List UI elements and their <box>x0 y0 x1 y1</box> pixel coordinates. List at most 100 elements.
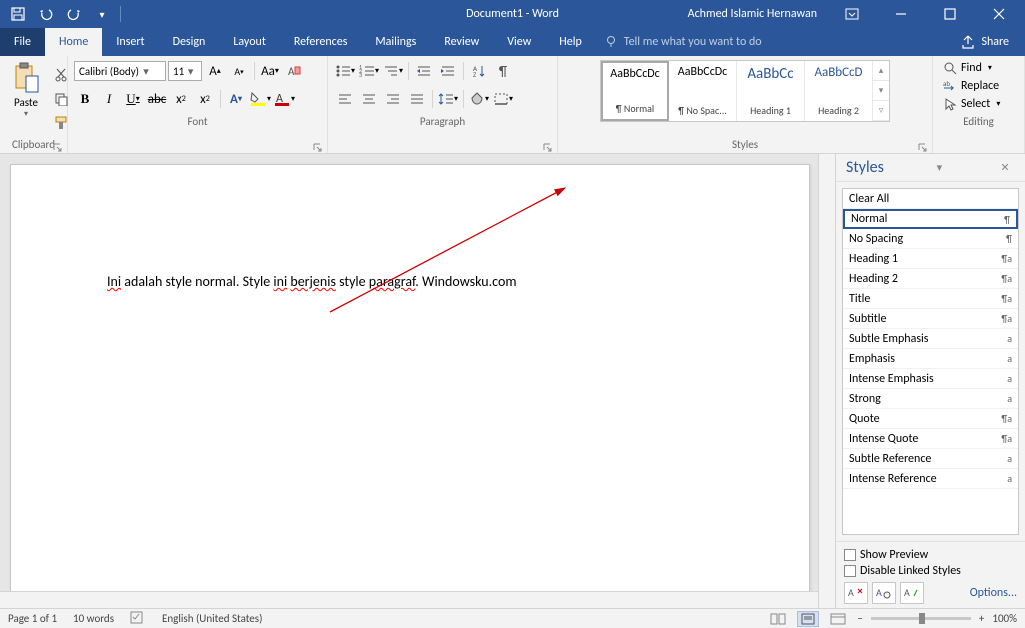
styles-more-icon[interactable]: ▿ <box>873 101 889 121</box>
redo-icon[interactable] <box>64 4 84 24</box>
qat-dropdown-icon[interactable]: ▾ <box>92 4 112 24</box>
shading-icon[interactable]: ▾ <box>468 88 490 110</box>
align-center-icon[interactable] <box>358 88 380 110</box>
style-no-spacing[interactable]: AaBbCcDc ¶ No Spac... <box>669 61 737 121</box>
superscript-button[interactable]: x2 <box>194 88 216 110</box>
zoom-level[interactable]: 100% <box>992 612 1017 625</box>
font-name-combo[interactable]: Calibri (Body)▾ <box>74 61 166 81</box>
tab-file[interactable]: File <box>0 28 45 56</box>
styles-up-icon[interactable]: ▴ <box>873 61 889 81</box>
status-proofing-icon[interactable] <box>130 610 146 627</box>
style-list-item[interactable]: Stronga <box>843 389 1018 409</box>
select-button[interactable]: Select▾ <box>939 96 1018 112</box>
increase-indent-icon[interactable] <box>437 60 459 82</box>
align-left-icon[interactable] <box>334 88 356 110</box>
font-color-icon[interactable]: A▾ <box>273 88 295 110</box>
numbering-icon[interactable]: 123▾ <box>358 60 380 82</box>
clipboard-launcher-icon[interactable] <box>53 139 65 151</box>
line-spacing-icon[interactable]: ▾ <box>437 88 459 110</box>
show-hide-icon[interactable]: ¶ <box>492 60 514 82</box>
style-list-item[interactable]: Quote¶a <box>843 409 1018 429</box>
tab-help[interactable]: Help <box>545 28 596 56</box>
justify-icon[interactable] <box>406 88 428 110</box>
tab-review[interactable]: Review <box>430 28 493 56</box>
style-list-item[interactable]: Subtle Emphasisa <box>843 329 1018 349</box>
style-list-item[interactable]: Heading 1¶a <box>843 249 1018 269</box>
undo-icon[interactable] <box>36 4 56 24</box>
tab-mailings[interactable]: Mailings <box>361 28 430 56</box>
clear-formatting-icon[interactable]: A <box>283 60 305 82</box>
font-launcher-icon[interactable] <box>313 139 325 151</box>
change-case-icon[interactable]: Aa▾ <box>259 60 281 82</box>
borders-icon[interactable]: ▾ <box>492 88 514 110</box>
tell-me-search[interactable]: Tell me what you want to do <box>604 28 762 56</box>
bold-button[interactable]: B <box>74 88 96 110</box>
paragraph-launcher-icon[interactable] <box>543 139 555 151</box>
web-layout-icon[interactable] <box>827 611 849 627</box>
ribbon-options-icon[interactable] <box>829 0 874 28</box>
style-list-item[interactable]: Title¶a <box>843 289 1018 309</box>
decrease-indent-icon[interactable] <box>413 60 435 82</box>
style-list-item[interactable]: Intense Referencea <box>843 469 1018 489</box>
new-style-icon[interactable]: A <box>844 582 868 604</box>
multilevel-list-icon[interactable]: ▾ <box>382 60 404 82</box>
style-list-item[interactable]: Intense Quote¶a <box>843 429 1018 449</box>
subscript-button[interactable]: x2 <box>170 88 192 110</box>
style-list-item[interactable]: Intense Emphasisa <box>843 369 1018 389</box>
show-preview-checkbox[interactable]: Show Preview <box>844 548 1017 562</box>
minimize-button[interactable] <box>878 0 923 28</box>
paste-button[interactable]: Paste ▾ <box>6 60 46 121</box>
tab-insert[interactable]: Insert <box>102 28 158 56</box>
strikethrough-button[interactable]: abc <box>146 88 168 110</box>
status-page[interactable]: Page 1 of 1 <box>8 612 57 625</box>
styles-options-link[interactable]: Options... <box>970 586 1017 600</box>
zoom-out-icon[interactable]: − <box>857 612 862 625</box>
grow-font-icon[interactable]: A▴ <box>204 60 226 82</box>
font-size-combo[interactable]: 11▾ <box>168 61 202 81</box>
style-normal[interactable]: AaBbCcDc ¶ Normal <box>601 61 669 121</box>
scrollbar-horizontal[interactable] <box>0 591 818 608</box>
pane-dropdown-icon[interactable]: ▾ <box>929 161 949 174</box>
style-list-item[interactable]: Emphasisa <box>843 349 1018 369</box>
zoom-in-icon[interactable]: + <box>979 612 984 625</box>
read-mode-icon[interactable] <box>767 611 789 627</box>
styles-down-icon[interactable]: ▾ <box>873 81 889 101</box>
share-button[interactable]: Share <box>945 28 1025 56</box>
style-list-item[interactable]: Clear All <box>843 189 1018 209</box>
page[interactable]: Ini adalah style normal. Style ini berje… <box>10 164 810 604</box>
align-right-icon[interactable] <box>382 88 404 110</box>
tab-references[interactable]: References <box>280 28 362 56</box>
zoom-slider[interactable] <box>871 617 971 620</box>
style-list-item[interactable]: Normal¶ <box>843 209 1018 229</box>
italic-button[interactable]: I <box>98 88 120 110</box>
status-words[interactable]: 10 words <box>73 612 114 625</box>
shrink-font-icon[interactable]: A▾ <box>228 60 250 82</box>
manage-styles-icon[interactable]: A <box>900 582 924 604</box>
close-button[interactable] <box>976 0 1021 28</box>
style-list-item[interactable]: Subtitle¶a <box>843 309 1018 329</box>
style-heading-1[interactable]: AaBbCc Heading 1 <box>737 61 805 121</box>
tab-design[interactable]: Design <box>159 28 220 56</box>
tab-home[interactable]: Home <box>45 28 102 56</box>
bullets-icon[interactable]: ▾ <box>334 60 356 82</box>
style-inspector-icon[interactable]: A <box>872 582 896 604</box>
find-button[interactable]: Find▾ <box>939 60 1018 76</box>
style-heading-2[interactable]: AaBbCcD Heading 2 <box>805 61 873 121</box>
disable-linked-checkbox[interactable]: Disable Linked Styles <box>844 564 1017 578</box>
highlight-color-icon[interactable]: ▾ <box>249 88 271 110</box>
style-list-item[interactable]: No Spacing¶ <box>843 229 1018 249</box>
status-language[interactable]: English (United States) <box>162 612 262 625</box>
document-area[interactable]: Ini adalah style normal. Style ini berje… <box>0 154 835 608</box>
sort-icon[interactable]: AZ <box>468 60 490 82</box>
underline-button[interactable]: U▾ <box>122 88 144 110</box>
styles-launcher-icon[interactable] <box>918 139 930 151</box>
pane-close-icon[interactable]: ✕ <box>995 161 1015 174</box>
print-layout-icon[interactable] <box>797 611 819 627</box>
tab-view[interactable]: View <box>493 28 545 56</box>
replace-button[interactable]: ab Replace <box>939 78 1018 94</box>
document-text[interactable]: Ini adalah style normal. Style ini berje… <box>107 273 517 290</box>
style-list-item[interactable]: Heading 2¶a <box>843 269 1018 289</box>
maximize-button[interactable] <box>927 0 972 28</box>
scrollbar-vertical[interactable] <box>818 154 835 608</box>
style-list-item[interactable]: Subtle Referencea <box>843 449 1018 469</box>
